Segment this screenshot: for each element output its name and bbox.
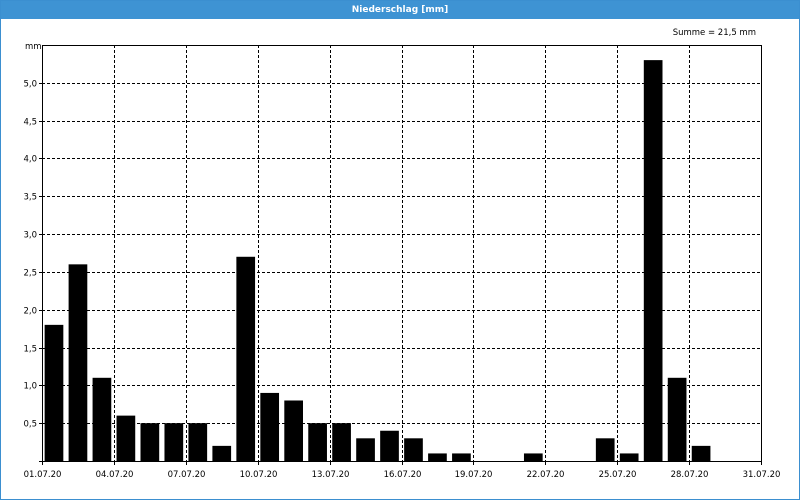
bar-day-28 [691,445,711,461]
bar-day-7 [188,423,208,461]
bar-day-21 [523,453,543,461]
bar-day-12 [308,423,327,461]
x-tick-label-2: 07.07.20 [168,470,206,480]
y-tick-label-4: 2,5 [23,269,37,279]
sum-annotation: Summe = 21,5 mm [673,28,756,38]
y-tick-label-0: 0,5 [23,420,37,430]
window-title: Niederschlag [mm] [1,1,799,19]
y-axis-label: mm [25,42,42,52]
bar-day-18 [452,453,471,461]
bar-day-6 [164,423,184,461]
x-tick-label-7: 22.07.20 [527,470,565,480]
y-tick-label-2: 1,5 [23,345,37,355]
bar-day-27 [667,377,687,461]
bar-day-16 [404,438,423,461]
y-tick-label-6: 3,5 [23,193,37,203]
chart-window: Niederschlag [mm] mm Summe = 21,5 mm 0,5… [0,0,800,500]
bar-day-9 [236,256,256,461]
x-tick-label-3: 10.07.20 [240,470,278,480]
x-tick-label-9: 28.07.20 [671,470,709,480]
bar-day-3 [92,377,112,461]
bar-day-24 [595,438,615,461]
bar-day-5 [140,423,160,461]
y-tick-label-7: 4,0 [23,155,37,165]
bar-day-17 [428,453,447,461]
labels: mm Summe = 21,5 mm 0,5 1,0 1,5 2,0 2,5 3,0 3,5… [23,28,780,480]
y-tick-label-3: 2,0 [23,307,37,317]
x-tick-label-6: 19.07.20 [455,470,493,480]
bar-day-2 [68,264,88,461]
bar-day-4 [116,415,136,461]
x-tick-label-1: 04.07.20 [96,470,134,480]
bar-day-8 [212,445,232,461]
x-tick-label-5: 16.07.20 [384,470,422,480]
precipitation-chart: mm Summe = 21,5 mm 0,5 1,0 1,5 2,0 2,5 3,0 3,5… [23,28,780,480]
x-tick-label-10: 31.07.20 [743,470,781,480]
y-tick-label-5: 3,0 [23,231,37,241]
bar-day-26 [643,60,663,462]
bars [44,60,711,462]
bar-day-10 [260,392,280,461]
bar-day-13 [332,423,351,461]
x-tick-label-8: 25.07.20 [599,470,637,480]
bar-day-14 [356,438,375,461]
y-tick-label-1: 1,0 [23,382,37,392]
bar-day-25 [619,453,639,461]
bar-day-11 [284,400,303,461]
y-tick-label-9: 5,0 [23,80,37,90]
y-tick-label-8: 4,5 [23,118,37,128]
x-tick-label-4: 13.07.20 [312,470,350,480]
x-tick-label-0: 01.07.20 [24,470,62,480]
bar-day-15 [380,430,399,461]
bar-day-1 [44,324,64,461]
